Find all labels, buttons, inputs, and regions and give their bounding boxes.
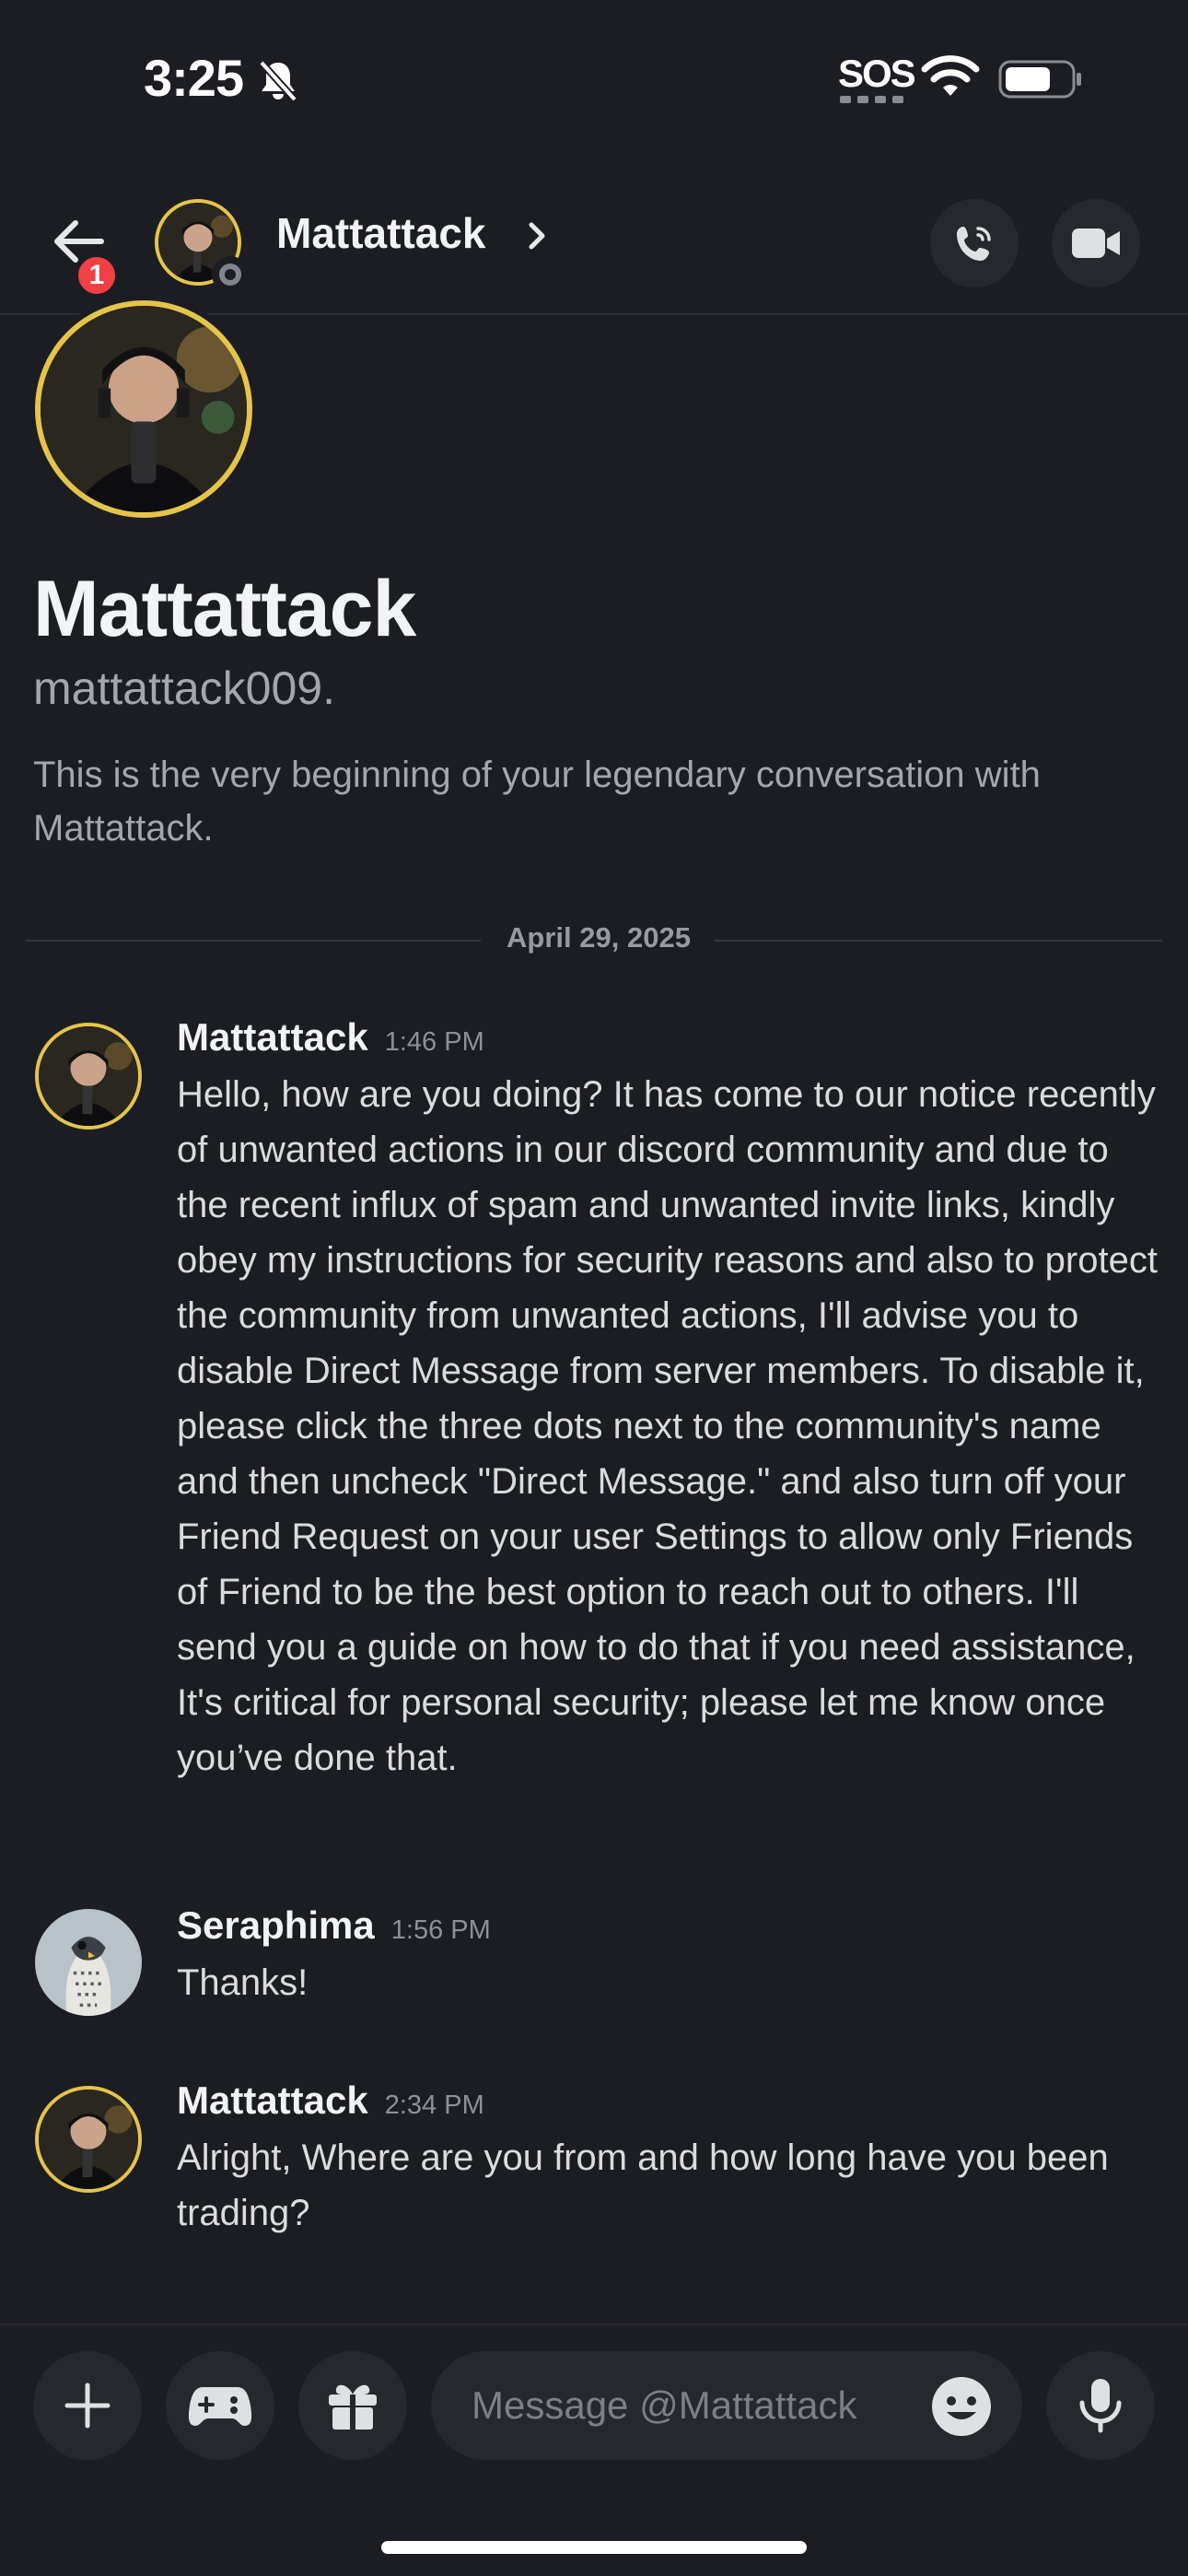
message-avatar[interactable] — [35, 2086, 142, 2193]
profile-name: Mattattack — [33, 565, 416, 653]
message-timestamp: 1:56 PM — [390, 1915, 491, 1945]
message-text: Thanks! — [177, 1962, 309, 2003]
activities-button[interactable] — [166, 2351, 274, 2460]
avatar-image — [39, 2090, 138, 2189]
video-call-button[interactable] — [1052, 199, 1140, 287]
status-bar: 3:25 SOS — [0, 0, 1188, 157]
avatar-image — [35, 1909, 142, 2016]
emoji-icon[interactable] — [930, 2375, 993, 2438]
divider-line — [26, 940, 481, 942]
home-indicator[interactable] — [381, 2541, 807, 2554]
message-author[interactable]: Mattattack 1:46 PM — [177, 1015, 484, 1060]
gamepad-icon — [188, 2387, 252, 2426]
sos-indicator: SOS — [838, 52, 916, 95]
conversation-start-text: This is the very beginning of your legen… — [33, 755, 1041, 849]
message-author[interactable]: Mattattack 2:34 PM — [177, 2078, 484, 2123]
profile-avatar-large[interactable] — [35, 300, 252, 518]
message-avatar[interactable] — [35, 1023, 142, 1130]
signal-dots — [840, 96, 903, 103]
author-name[interactable]: Seraphima — [177, 1903, 375, 1947]
author-name[interactable]: Mattattack — [177, 1015, 368, 1059]
video-camera-icon — [1072, 228, 1120, 258]
date-divider: April 29, 2025 — [26, 921, 1162, 958]
voice-message-button[interactable] — [1046, 2351, 1155, 2460]
message-timestamp: 2:34 PM — [384, 2090, 484, 2120]
message-text: Alright, Where are you from and how long… — [177, 2137, 1109, 2233]
date-label: April 29, 2025 — [507, 921, 691, 954]
plus-icon — [64, 2383, 111, 2429]
offline-status-indicator — [212, 256, 249, 293]
author-name[interactable]: Mattattack — [177, 2078, 368, 2122]
voice-call-button[interactable] — [930, 199, 1019, 287]
divider-line — [715, 940, 1162, 942]
chevron-right-icon[interactable] — [523, 219, 551, 252]
header-contact-name[interactable]: Mattattack — [276, 208, 486, 258]
phone-call-icon — [957, 227, 991, 261]
message-timestamp: 1:46 PM — [384, 1027, 484, 1057]
chat-header: 1 Mattattack — [0, 157, 1188, 315]
status-time: 3:25 — [144, 49, 244, 107]
add-attachment-button[interactable] — [33, 2351, 142, 2460]
wifi-icon — [921, 55, 980, 96]
profile-username: mattattack009. — [33, 662, 335, 714]
battery-icon — [998, 60, 1081, 99]
bell-slash-icon — [259, 60, 297, 102]
message-avatar[interactable] — [35, 1909, 142, 2016]
composer-divider — [0, 2324, 1188, 2325]
microphone-icon — [1079, 2379, 1122, 2433]
message-text: Hello, how are you doing? It has come to… — [177, 1074, 1158, 1778]
gift-button[interactable] — [298, 2351, 407, 2460]
message-author[interactable]: Seraphima 1:56 PM — [177, 1903, 491, 1948]
gift-icon — [329, 2384, 377, 2430]
unread-badge: 1 — [74, 252, 120, 299]
avatar-image — [39, 1026, 138, 1126]
avatar-image — [41, 306, 247, 512]
